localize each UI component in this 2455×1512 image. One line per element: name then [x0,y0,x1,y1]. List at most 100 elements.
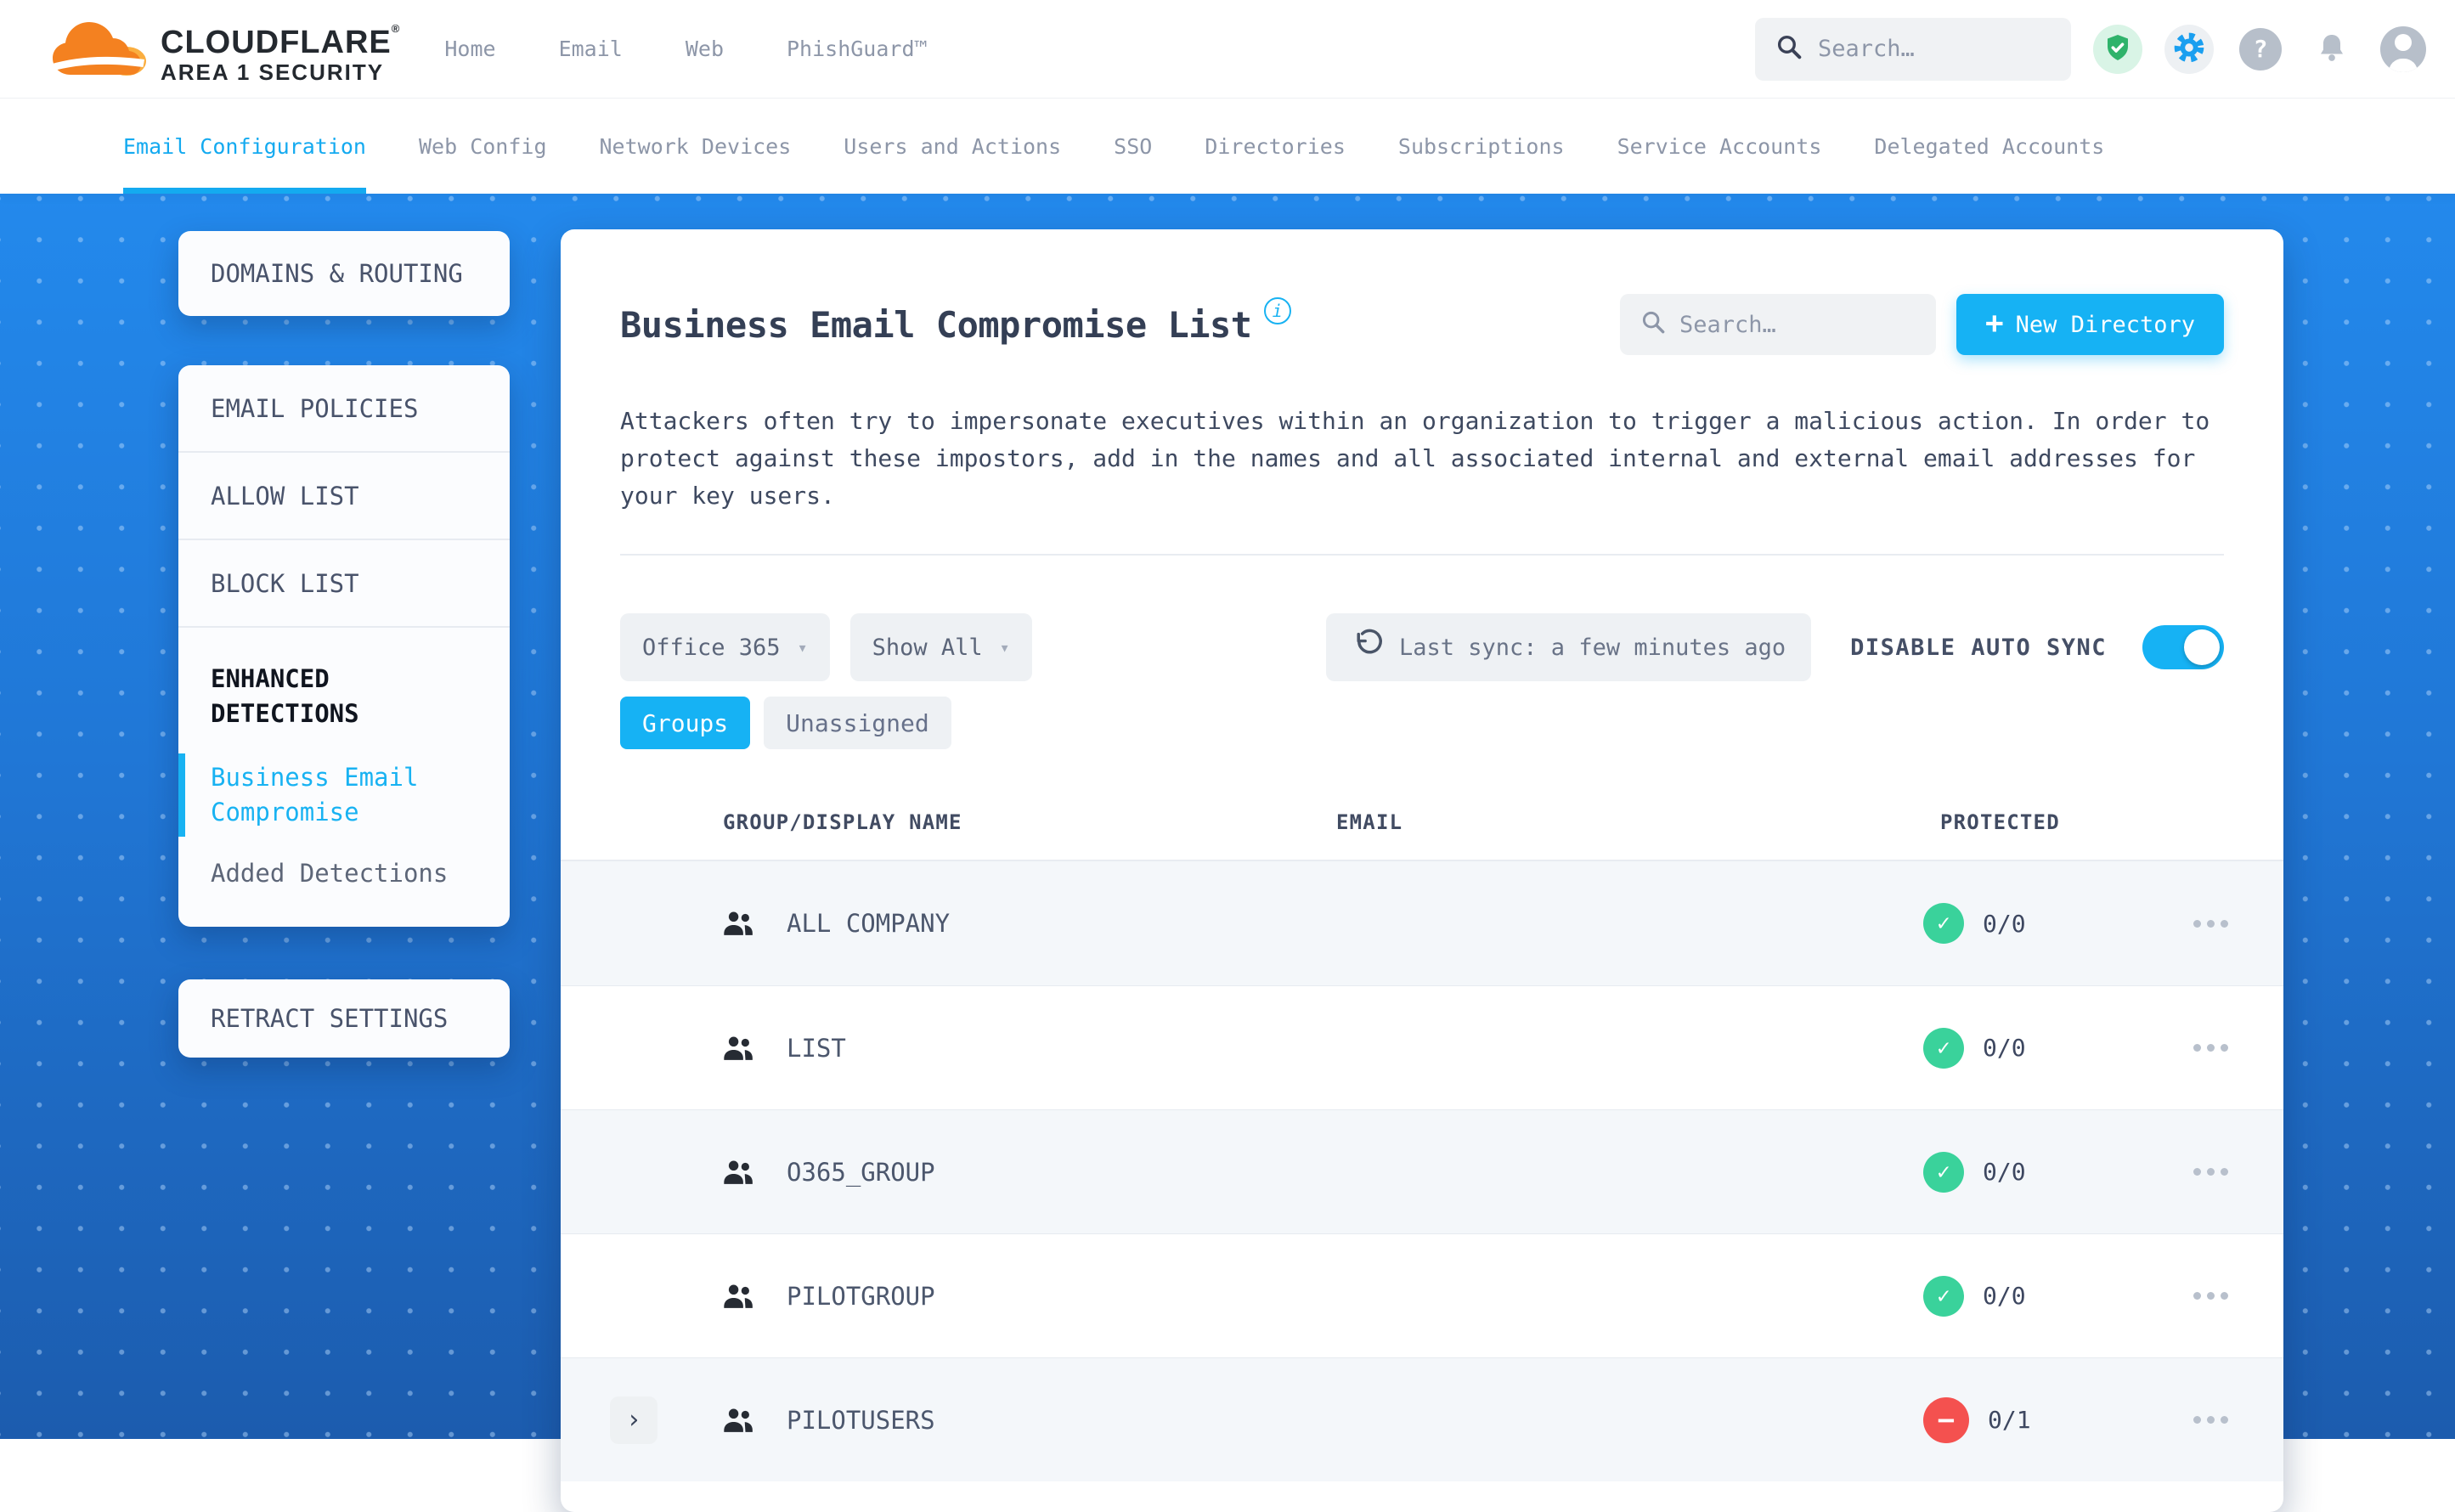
security-status-button[interactable] [2093,24,2142,74]
cloudflare-cloud-icon [47,12,147,87]
settings-button[interactable] [2164,24,2214,74]
sidebar-item-retract-settings[interactable]: RETRACT SETTINGS [178,979,510,1058]
cloudflare-logo[interactable]: CLOUDFLARE® AREA 1 SECURITY [47,12,400,87]
bell-icon [2315,31,2349,68]
row-menu-button[interactable] [2193,1168,2283,1176]
tab-delegated-accounts[interactable]: Delegated Accounts [1874,99,2104,194]
panel-header: Business Email Compromise List i + New D… [561,229,2283,355]
nav-email[interactable]: Email [559,37,623,61]
group-people-icon [722,1406,770,1435]
table-row[interactable]: › PILOTUSERS − 0/1 [561,1357,2283,1481]
top-nav: Home Email Web PhishGuard™ [444,37,927,61]
group-name: LIST [787,1033,846,1063]
new-directory-label: New Directory [2015,311,2195,338]
tab-service-accounts[interactable]: Service Accounts [1617,99,1822,194]
enhanced-detections-heading[interactable]: ENHANCED DETECTIONS [211,662,477,731]
group-name: PILOTUSERS [787,1405,935,1435]
sidebar-item-block-list[interactable]: BLOCK LIST [178,540,510,628]
brand-name: CLOUDFLARE® [161,22,401,60]
group-people-icon [722,1282,770,1311]
directory-select[interactable]: Office 365 ▾ [620,613,830,681]
table-row[interactable]: ALL COMPANY ✓ 0/0 [561,861,2283,985]
user-icon [2380,25,2426,72]
account-button[interactable] [2379,25,2428,74]
notifications-button[interactable] [2307,25,2356,74]
table-row[interactable]: O365_GROUP ✓ 0/0 [561,1109,2283,1233]
groups-table: GROUP/DISPLAY NAME EMAIL PROTECTED ALL C… [561,798,2283,1481]
sidebar-policies-card: EMAIL POLICIES ALLOW LIST BLOCK LIST ENH… [178,365,510,927]
sidebar-item-added-detections[interactable]: Added Detections [211,859,477,888]
group-people-icon [722,909,770,938]
protected-ok-icon: ✓ [1923,1275,1964,1317]
search-icon [1640,309,1668,340]
row-menu-button[interactable] [2193,1044,2283,1052]
chevron-down-icon: ▾ [999,637,1010,657]
protected-count: 0/0 [1983,1158,2026,1186]
search-icon [1775,33,1804,65]
last-sync-button[interactable]: Last sync: a few minutes ago [1326,613,1812,681]
group-name: PILOTGROUP [787,1281,935,1311]
shield-check-icon [2102,32,2133,66]
col-group-display-name: GROUP/DISPLAY NAME [723,810,962,834]
row-menu-button[interactable] [2193,1416,2283,1424]
nav-phishguard[interactable]: PhishGuard™ [787,37,928,61]
toggle-knob [2184,629,2220,665]
sidebar-item-email-policies[interactable]: EMAIL POLICIES [178,365,510,453]
tab-subscriptions[interactable]: Subscriptions [1398,99,1565,194]
row-menu-button[interactable] [2193,919,2283,928]
chevron-down-icon: ▾ [797,637,808,657]
sidebar-item-label: ALLOW LIST [211,481,359,511]
help-button[interactable]: ? [2236,25,2285,74]
auto-sync-toggle[interactable] [2142,625,2224,669]
expand-row-button[interactable]: › [610,1396,657,1444]
global-search[interactable] [1755,17,2071,81]
show-filter-value: Show All [872,634,983,661]
sidebar-item-label: BLOCK LIST [211,568,359,598]
sidebar-item-label: RETRACT SETTINGS [211,1004,449,1033]
chip-unassigned[interactable]: Unassigned [764,697,951,749]
list-search[interactable] [1619,294,1936,355]
filter-bar: Office 365 ▾ Show All ▾ Last sync: a few… [620,613,2224,681]
sync-refresh-icon [1352,629,1384,667]
tab-network-devices[interactable]: Network Devices [600,99,792,194]
protected-ok-icon: ✓ [1923,1151,1964,1193]
section-tabs: Email Configuration Web Config Network D… [0,98,2455,194]
group-people-icon [722,1158,770,1187]
sidebar-item-domains-routing[interactable]: DOMAINS & ROUTING [178,231,510,316]
list-search-input[interactable] [1679,311,1916,338]
global-search-input[interactable] [1818,36,2051,62]
tab-web-config[interactable]: Web Config [419,99,547,194]
tab-sso[interactable]: SSO [1114,99,1152,194]
sidebar-section-enhanced-detections: ENHANCED DETECTIONS Business Email Compr… [178,628,510,927]
tab-directories[interactable]: Directories [1205,99,1346,194]
table-row[interactable]: LIST ✓ 0/0 [561,985,2283,1109]
info-icon[interactable]: i [1263,297,1291,324]
new-directory-button[interactable]: + New Directory [1956,294,2224,355]
sidebar-item-label: DOMAINS & ROUTING [211,259,463,288]
show-filter-select[interactable]: Show All ▾ [849,613,1032,681]
sidebar-item-business-email-compromise[interactable]: Business Email Compromise [178,753,477,837]
tab-users-and-actions[interactable]: Users and Actions [844,99,1061,194]
table-row[interactable]: PILOTGROUP ✓ 0/0 [561,1233,2283,1357]
table-header: GROUP/DISPLAY NAME EMAIL PROTECTED [561,798,2283,861]
page-title: Business Email Compromise List [620,303,1252,346]
top-bar: CLOUDFLARE® AREA 1 SECURITY Home Email W… [0,0,2455,98]
header-icons: ? [2093,24,2428,74]
sidebar-item-label: EMAIL POLICIES [211,393,419,423]
nav-home[interactable]: Home [444,37,495,61]
divider [620,554,2224,556]
plus-icon: + [1984,305,2004,341]
main-panel: Business Email Compromise List i + New D… [561,229,2283,1512]
sidebar-item-allow-list[interactable]: ALLOW LIST [178,453,510,540]
nav-web[interactable]: Web [686,37,724,61]
chip-groups[interactable]: Groups [620,697,751,749]
col-protected: PROTECTED [1940,810,2060,834]
registered-mark: ® [391,22,401,35]
group-name: ALL COMPANY [787,909,951,938]
group-name: O365_GROUP [787,1157,935,1187]
row-menu-button[interactable] [2193,1292,2283,1300]
page-description: Attackers often try to impersonate execu… [620,407,2210,510]
tab-email-configuration[interactable]: Email Configuration [123,99,366,194]
protected-ok-icon: ✓ [1923,903,1964,944]
col-email: EMAIL [1336,810,1403,834]
